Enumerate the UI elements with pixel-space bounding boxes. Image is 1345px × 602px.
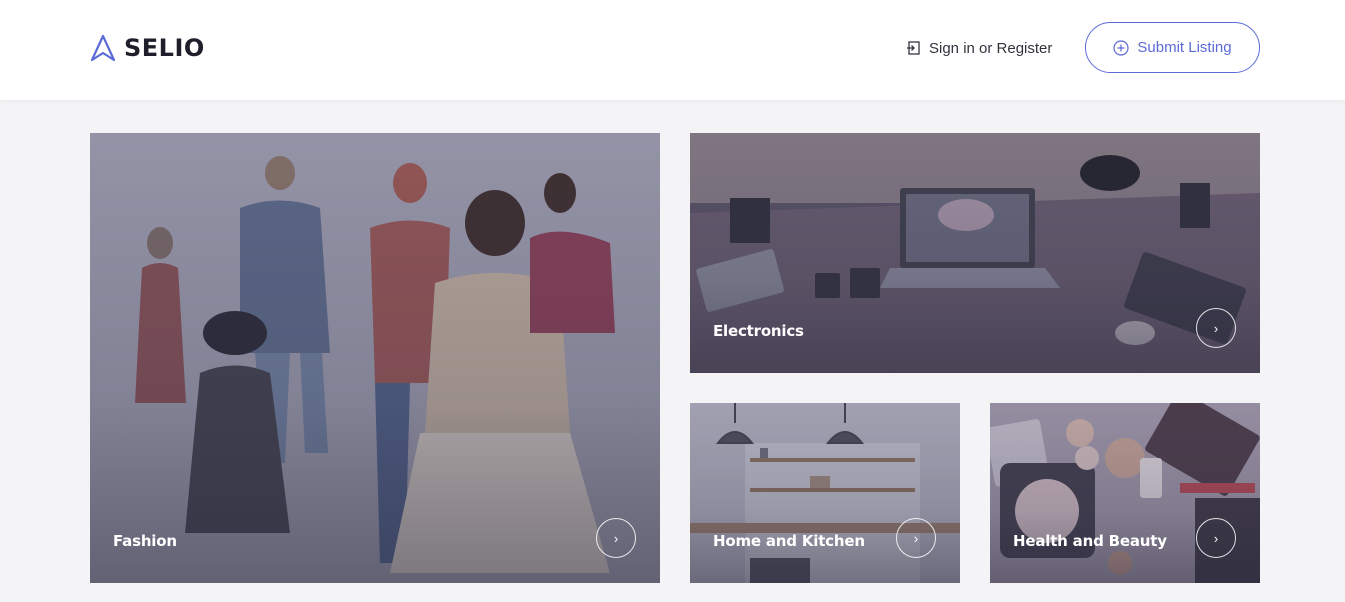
chevron-right-icon[interactable]: › [596,518,636,558]
category-tile-fashion[interactable]: Fashion › [90,133,660,583]
category-tile-health-and-beauty[interactable]: Health and Beauty › [990,403,1260,583]
category-label-home-and-kitchen: Home and Kitchen [713,532,865,550]
logo-mark-icon [90,34,116,62]
sign-in-icon [907,41,920,55]
category-label-fashion: Fashion [113,532,177,550]
chevron-right-icon[interactable]: › [1196,308,1236,348]
logo-text: SELIO [124,34,205,62]
chevron-right-icon[interactable]: › [1196,518,1236,558]
category-tile-electronics[interactable]: Electronics › [690,133,1260,373]
submit-listing-button[interactable]: Submit Listing [1085,22,1260,73]
signin-link[interactable]: Sign in or Register [906,38,1052,58]
chevron-right-icon[interactable]: › [896,518,936,558]
category-tile-home-and-kitchen[interactable]: Home and Kitchen › [690,403,960,583]
submit-listing-label: Submit Listing [1137,39,1232,56]
category-label-electronics: Electronics [713,322,804,340]
site-header: SELIO Sign in or Register Submit Listing [0,0,1345,100]
category-label-health-and-beauty: Health and Beauty [1013,532,1167,550]
logo[interactable]: SELIO [90,33,205,63]
signin-label: Sign in or Register [929,39,1053,57]
plus-circle-icon [1113,39,1129,56]
